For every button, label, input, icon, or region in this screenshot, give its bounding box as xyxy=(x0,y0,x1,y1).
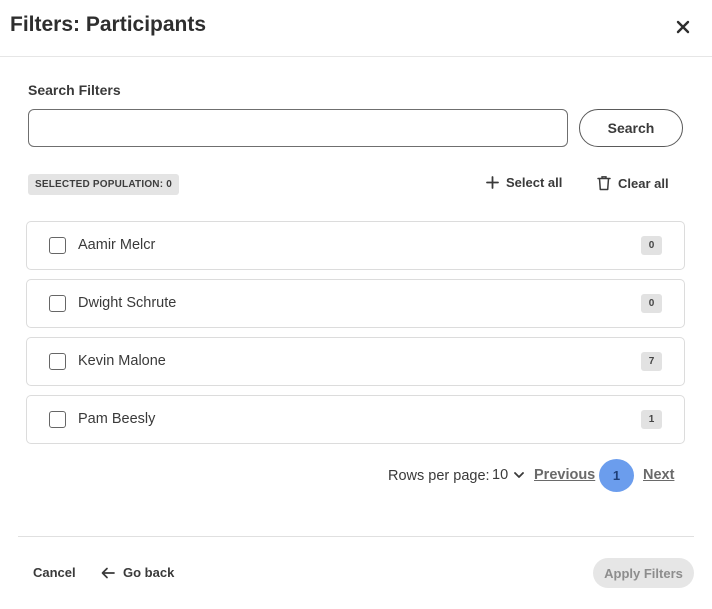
rows-per-page-value: 10 xyxy=(492,467,509,483)
pagination: Rows per page: 10 Previous 1 Next xyxy=(388,459,688,492)
search-button[interactable]: Search xyxy=(579,109,683,147)
item-name: Pam Beesly xyxy=(78,411,156,427)
list-item[interactable]: Pam Beesly 1 xyxy=(26,395,685,444)
rows-per-page-label: Rows per page: xyxy=(388,468,490,484)
list-item[interactable]: Aamir Melcr 0 xyxy=(26,221,685,270)
plus-icon xyxy=(486,176,499,189)
next-page-link[interactable]: Next xyxy=(643,467,674,483)
item-count-badge: 7 xyxy=(641,352,662,371)
rows-per-page-select[interactable]: 10 xyxy=(492,467,525,483)
search-filters-label: Search Filters xyxy=(28,82,121,98)
item-name: Dwight Schrute xyxy=(78,295,177,311)
cancel-button[interactable]: Cancel xyxy=(33,565,76,580)
search-input[interactable] xyxy=(28,109,568,147)
page-title: Filters: Participants xyxy=(10,13,207,36)
item-count-badge: 0 xyxy=(641,294,662,313)
close-button[interactable] xyxy=(673,17,693,37)
current-page-button[interactable]: 1 xyxy=(599,459,634,492)
dialog-header: Filters: Participants xyxy=(0,0,712,57)
list-item[interactable]: Kevin Malone 7 xyxy=(26,337,685,386)
footer-divider xyxy=(18,536,694,537)
item-checkbox[interactable] xyxy=(49,411,66,428)
list-item[interactable]: Dwight Schrute 0 xyxy=(26,279,685,328)
select-all-button[interactable]: Select all xyxy=(486,175,562,190)
item-checkbox[interactable] xyxy=(49,295,66,312)
item-name: Aamir Melcr xyxy=(78,237,156,253)
select-all-label: Select all xyxy=(506,175,563,190)
item-name: Kevin Malone xyxy=(78,353,166,369)
apply-filters-button[interactable]: Apply Filters xyxy=(593,558,694,588)
go-back-button[interactable]: Go back xyxy=(101,565,174,580)
participant-list: Aamir Melcr 0 Dwight Schrute 0 Kevin Mal… xyxy=(26,221,685,453)
item-count-badge: 1 xyxy=(641,410,662,429)
clear-all-button[interactable]: Clear all xyxy=(597,175,669,191)
item-checkbox[interactable] xyxy=(49,353,66,370)
chevron-down-icon xyxy=(514,471,525,478)
item-checkbox[interactable] xyxy=(49,237,66,254)
previous-page-link[interactable]: Previous xyxy=(534,467,595,483)
item-count-badge: 0 xyxy=(641,236,662,255)
arrow-left-icon xyxy=(101,567,115,578)
selected-population-badge: SELECTED POPULATION: 0 xyxy=(28,174,180,195)
close-icon xyxy=(676,20,690,34)
trash-icon xyxy=(597,176,611,191)
go-back-label: Go back xyxy=(123,565,175,580)
clear-all-label: Clear all xyxy=(618,175,669,191)
